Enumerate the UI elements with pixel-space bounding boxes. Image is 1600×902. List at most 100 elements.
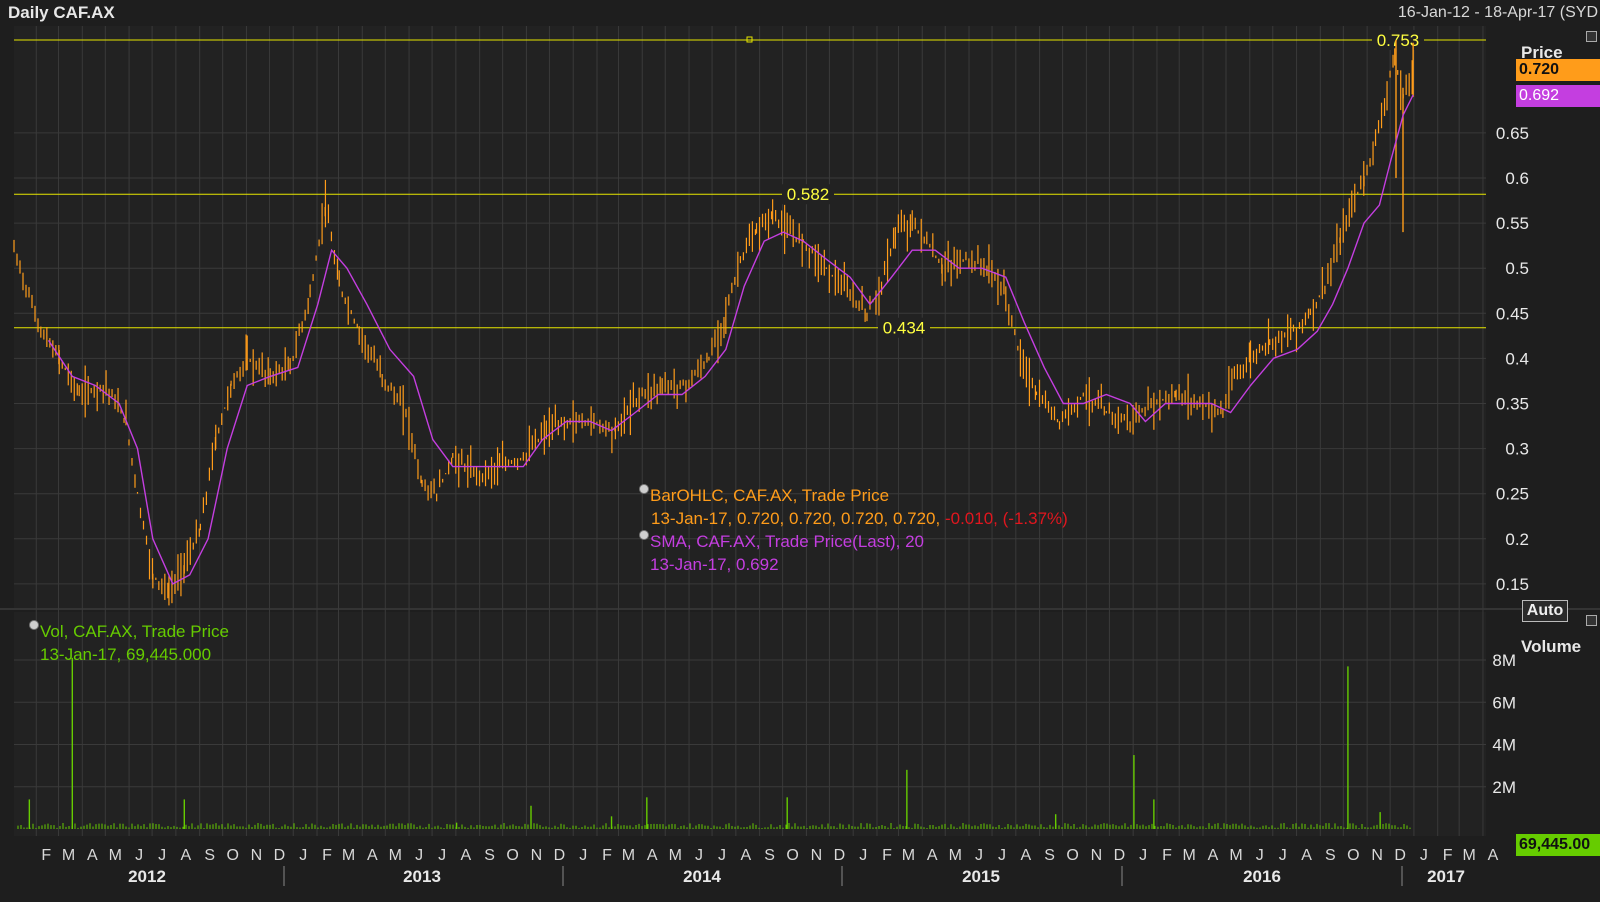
x-tick-label: N <box>1371 847 1383 864</box>
level-label: 0.582 <box>787 185 830 204</box>
x-tick-label: J <box>1279 847 1287 864</box>
volume-legend-title: Vol, CAF.AX, Trade Price <box>40 622 229 641</box>
volume-legend: Vol, CAF.AX, Trade Price 13-Jan-17, 69,4… <box>29 620 229 666</box>
x-tick-label: M <box>669 847 682 864</box>
volume-value-tag: 69,445.00 <box>1516 834 1600 856</box>
x-tick-label: A <box>741 847 752 864</box>
ohlc-legend-toggle-icon[interactable] <box>639 484 649 494</box>
x-tick-label: J <box>695 847 703 864</box>
x-tick-label: O <box>506 847 518 864</box>
x-tick-label: A <box>461 847 472 864</box>
x-tick-label: J <box>998 847 1006 864</box>
price-tick-label: 0.15 <box>1496 575 1529 594</box>
x-tick-label: N <box>251 847 263 864</box>
sma-legend: SMA, CAF.AX, Trade Price(Last), 20 13-Ja… <box>639 530 924 576</box>
year-label: 2015 <box>962 867 1000 886</box>
year-label: 2014 <box>683 867 721 886</box>
volume-pane <box>14 612 1486 836</box>
ohlc-legend-values: 13-Jan-17, 0.720, 0.720, 0.720, 0.720, <box>651 509 941 528</box>
x-tick-label: A <box>1301 847 1312 864</box>
x-tick-label: J <box>438 847 446 864</box>
volume-tick-label: 4M <box>1492 736 1516 755</box>
price-tick-label: 0.5 <box>1505 259 1529 278</box>
x-tick-label: S <box>1044 847 1055 864</box>
x-tick-label: A <box>927 847 938 864</box>
year-label: 2012 <box>128 867 166 886</box>
chart-header: Daily CAF.AX 16-Jan-12 - 18-Apr-17 (SYD <box>0 0 1600 26</box>
price-tick-label: 0.2 <box>1505 530 1529 549</box>
x-tick-label: D <box>1394 847 1406 864</box>
x-tick-label: M <box>389 847 402 864</box>
auto-scale-button[interactable]: Auto <box>1522 600 1568 622</box>
sma-legend-values: 13-Jan-17, 0.692 <box>650 555 779 574</box>
volume-tick-label: 8M <box>1492 651 1516 670</box>
x-tick-label: N <box>531 847 543 864</box>
price-tick-label: 0.3 <box>1505 440 1529 459</box>
x-tick-label: F <box>1162 847 1172 864</box>
price-tick-label: 0.25 <box>1496 485 1529 504</box>
x-tick-label: J <box>135 847 143 864</box>
sma-value-tag: 0.692 <box>1516 85 1600 107</box>
x-tick-label: J <box>718 847 726 864</box>
sma-legend-title: SMA, CAF.AX, Trade Price(Last), 20 <box>650 532 924 551</box>
x-tick-label: M <box>342 847 355 864</box>
chart-canvas[interactable]: FMAMJJASONDJFMAMJJASONDJFMAMJJASONDJFMAM… <box>0 0 1600 902</box>
x-tick-label: J <box>1420 847 1428 864</box>
x-tick-label: O <box>1347 847 1359 864</box>
x-tick-label: J <box>415 847 423 864</box>
x-tick-label: A <box>1020 847 1031 864</box>
x-tick-label: D <box>834 847 846 864</box>
ohlc-legend-title: BarOHLC, CAF.AX, Trade Price <box>650 486 890 505</box>
x-tick-label: F <box>602 847 612 864</box>
x-tick-label: O <box>786 847 798 864</box>
volume-tick-label: 6M <box>1492 693 1516 712</box>
x-tick-label: A <box>181 847 192 864</box>
last-price-tag: 0.720 <box>1516 59 1600 81</box>
year-label: 2013 <box>403 867 441 886</box>
x-tick-label: O <box>1066 847 1078 864</box>
year-label: 2016 <box>1243 867 1281 886</box>
x-tick-label: M <box>1183 847 1196 864</box>
x-tick-label: J <box>859 847 867 864</box>
pane-maximize-icon[interactable] <box>1586 31 1597 42</box>
x-tick-label: J <box>299 847 307 864</box>
year-label: 2017 <box>1427 867 1465 886</box>
sma-legend-toggle-icon[interactable] <box>639 530 649 540</box>
price-tick-label: 0.65 <box>1496 124 1529 143</box>
x-tick-label: J <box>579 847 587 864</box>
ohlc-legend-change: -0.010, (-1.37%) <box>944 509 1068 528</box>
x-tick-label: A <box>647 847 658 864</box>
x-tick-label: S <box>764 847 775 864</box>
x-tick-label: S <box>204 847 215 864</box>
volume-legend-toggle-icon[interactable] <box>29 620 39 630</box>
x-tick-label: J <box>1256 847 1264 864</box>
x-tick-label: A <box>367 847 378 864</box>
price-tick-label: 0.55 <box>1496 214 1529 233</box>
x-tick-label: M <box>949 847 962 864</box>
x-tick-label: N <box>811 847 823 864</box>
x-tick-label: F <box>41 847 51 864</box>
ohlc-legend: BarOHLC, CAF.AX, Trade Price 13-Jan-17, … <box>639 484 1068 530</box>
x-tick-label: J <box>1139 847 1147 864</box>
volume-pane-maximize-icon[interactable] <box>1586 615 1597 626</box>
x-tick-label: O <box>226 847 238 864</box>
x-tick-label: F <box>322 847 332 864</box>
x-tick-label: M <box>109 847 122 864</box>
price-tick-label: 0.35 <box>1496 395 1529 414</box>
chart-title: Daily CAF.AX <box>8 3 115 22</box>
x-tick-label: S <box>1325 847 1336 864</box>
price-tick-label: 0.4 <box>1505 349 1529 368</box>
x-tick-label: S <box>484 847 495 864</box>
volume-tick-label: 2M <box>1492 778 1516 797</box>
x-tick-label: N <box>1091 847 1103 864</box>
x-tick-label: M <box>622 847 635 864</box>
x-tick-label: F <box>882 847 892 864</box>
x-tick-label: A <box>87 847 98 864</box>
x-tick-label: D <box>554 847 566 864</box>
x-tick-label: M <box>1463 847 1476 864</box>
x-tick-label: F <box>1443 847 1453 864</box>
x-tick-label: J <box>158 847 166 864</box>
price-tick-label: 0.45 <box>1496 304 1529 323</box>
x-tick-label: A <box>1208 847 1219 864</box>
date-range: 16-Jan-12 - 18-Apr-17 (SYD <box>1397 4 1598 21</box>
